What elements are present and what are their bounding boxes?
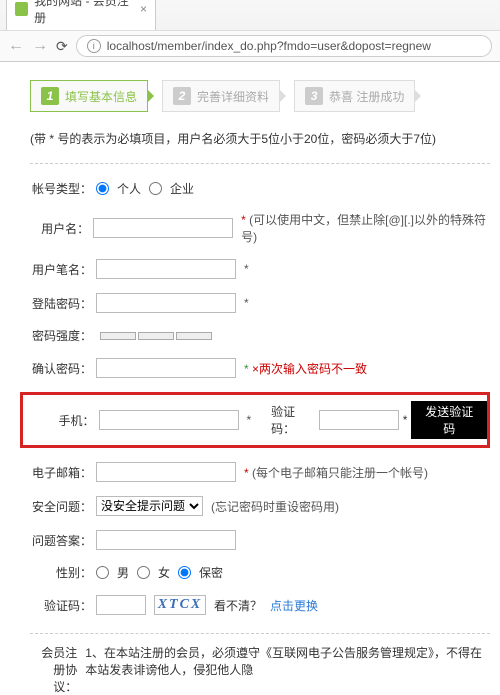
username-input[interactable] xyxy=(93,218,233,238)
chevron-right-icon xyxy=(279,89,286,103)
divider xyxy=(30,163,490,164)
radio-male[interactable] xyxy=(96,566,109,579)
hint-username: * (可以使用中文，但禁止除[@][.]以外的特殊符号) xyxy=(241,211,490,245)
required-star: * xyxy=(403,413,408,427)
agreement-text: 1、在本站注册的会员，必须遵守《互联网电子公告服务管理规定》，不得在本站发表诽谤… xyxy=(85,644,490,678)
gender-radio-group: 男 女 保密 xyxy=(96,564,223,581)
reload-icon[interactable]: ⟳ xyxy=(56,38,68,55)
step-wizard: 1 填写基本信息 2 完善详细资料 3 恭喜 注册成功 xyxy=(30,80,490,112)
captcha-refresh-link[interactable]: 点击更换 xyxy=(270,597,318,614)
send-code-button[interactable]: 发送验证码 xyxy=(411,401,487,439)
tab-title: 我的网站 - 会员注册 xyxy=(34,0,134,26)
row-gender: 性别： 男 女 保密 xyxy=(30,564,490,581)
phone-highlight-box: 手机： * 验证码： * 发送验证码 xyxy=(20,392,490,448)
radio-secret[interactable] xyxy=(178,566,191,579)
step-label: 填写基本信息 xyxy=(65,88,137,105)
address-bar: ← → ⟳ i localhost/member/index_do.php?fm… xyxy=(0,30,500,61)
hint-question: (忘记密码时重设密码用) xyxy=(211,498,339,515)
captcha-group: XTCX 看不清？ 点击更换 xyxy=(96,595,318,615)
label-vcode: 验证码： xyxy=(271,403,319,437)
radio-company[interactable] xyxy=(149,182,162,195)
chevron-right-icon xyxy=(414,89,421,103)
nickname-input[interactable] xyxy=(96,259,236,279)
label-account-type: 帐号类型： xyxy=(30,180,96,197)
favicon-icon xyxy=(15,2,28,16)
radio-label: 男 xyxy=(117,564,129,581)
radio-label: 企业 xyxy=(170,180,194,197)
account-type-radio-group: 个人 企业 xyxy=(96,180,194,197)
row-email: 电子邮箱： * (每个电子邮箱只能注册一个帐号) xyxy=(30,462,490,482)
page-content: 1 填写基本信息 2 完善详细资料 3 恭喜 注册成功 (带 * 号的表示为必填… xyxy=(0,62,500,695)
phone-input[interactable] xyxy=(99,410,239,430)
browser-chrome: 我的网站 - 会员注册 × ← → ⟳ i localhost/member/i… xyxy=(0,0,500,62)
step-label: 恭喜 注册成功 xyxy=(329,88,404,105)
label-email: 电子邮箱： xyxy=(30,464,96,481)
step-number-icon: 2 xyxy=(173,87,191,105)
browser-tab[interactable]: 我的网站 - 会员注册 × xyxy=(6,0,156,30)
confirm-password-input[interactable] xyxy=(96,358,236,378)
row-nickname: 用户笔名： * xyxy=(30,259,490,279)
url-input[interactable]: i localhost/member/index_do.php?fmdo=use… xyxy=(76,35,492,57)
question-select[interactable]: 没安全提示问题 xyxy=(96,496,203,516)
label-question: 安全问题： xyxy=(30,498,96,515)
sms-code-input[interactable] xyxy=(319,410,399,430)
form-note: (带 * 号的表示为必填项目，用户名必须大于5位小于20位，密码必须大于7位) xyxy=(30,130,490,147)
required-star: * xyxy=(244,262,249,276)
password-input[interactable] xyxy=(96,293,236,313)
row-question: 安全问题： 没安全提示问题 (忘记密码时重设密码用) xyxy=(30,496,490,516)
agreement-section: 会员注册协议： 1、在本站注册的会员，必须遵守《互联网电子公告服务管理规定》，不… xyxy=(30,633,490,695)
step-3: 3 恭喜 注册成功 xyxy=(294,80,415,112)
back-icon[interactable]: ← xyxy=(8,37,24,55)
label-phone: 手机： xyxy=(33,412,99,429)
label-answer: 问题答案： xyxy=(30,532,96,549)
captcha-image[interactable]: XTCX xyxy=(154,595,206,615)
chevron-right-icon xyxy=(147,89,154,103)
required-star: * xyxy=(244,296,249,310)
radio-personal[interactable] xyxy=(96,182,109,195)
label-agreement: 会员注册协议： xyxy=(30,644,77,695)
radio-label: 保密 xyxy=(199,564,223,581)
radio-female[interactable] xyxy=(137,566,150,579)
forward-icon[interactable]: → xyxy=(32,37,48,55)
label-captcha: 验证码： xyxy=(30,597,96,614)
radio-label: 女 xyxy=(158,564,170,581)
row-confirm: 确认密码： * ×两次输入密码不一致 xyxy=(30,358,490,378)
label-nickname: 用户笔名： xyxy=(30,261,96,278)
row-answer: 问题答案： xyxy=(30,530,490,550)
step-number-icon: 1 xyxy=(41,87,59,105)
row-password: 登陆密码： * xyxy=(30,293,490,313)
captcha-refresh-text: 看不清？ xyxy=(214,597,262,614)
row-account-type: 帐号类型： 个人 企业 xyxy=(30,180,490,197)
row-strength: 密码强度： xyxy=(30,327,490,344)
label-strength: 密码强度： xyxy=(30,327,96,344)
step-2: 2 完善详细资料 xyxy=(162,80,280,112)
label-username: 用户名： xyxy=(30,220,93,237)
required-star: * xyxy=(247,413,252,427)
step-label: 完善详细资料 xyxy=(197,88,269,105)
answer-input[interactable] xyxy=(96,530,236,550)
captcha-input[interactable] xyxy=(96,595,146,615)
close-icon[interactable]: × xyxy=(140,2,147,16)
step-number-icon: 3 xyxy=(305,87,323,105)
label-gender: 性别： xyxy=(30,564,96,581)
url-text: localhost/member/index_do.php?fmdo=user&… xyxy=(107,39,431,53)
step-1: 1 填写基本信息 xyxy=(30,80,148,112)
row-phone: 手机： * 验证码： * 发送验证码 xyxy=(23,401,487,439)
hint-confirm: * ×两次输入密码不一致 xyxy=(244,360,367,377)
row-captcha: 验证码： XTCX 看不清？ 点击更换 xyxy=(30,595,490,615)
label-confirm: 确认密码： xyxy=(30,360,96,377)
hint-email: * (每个电子邮箱只能注册一个帐号) xyxy=(244,464,428,481)
row-username: 用户名： * (可以使用中文，但禁止除[@][.]以外的特殊符号) xyxy=(30,211,490,245)
radio-label: 个人 xyxy=(117,180,141,197)
label-password: 登陆密码： xyxy=(30,295,96,312)
info-icon[interactable]: i xyxy=(87,39,101,53)
tab-bar: 我的网站 - 会员注册 × xyxy=(0,0,500,30)
strength-meter xyxy=(100,332,212,340)
email-input[interactable] xyxy=(96,462,236,482)
